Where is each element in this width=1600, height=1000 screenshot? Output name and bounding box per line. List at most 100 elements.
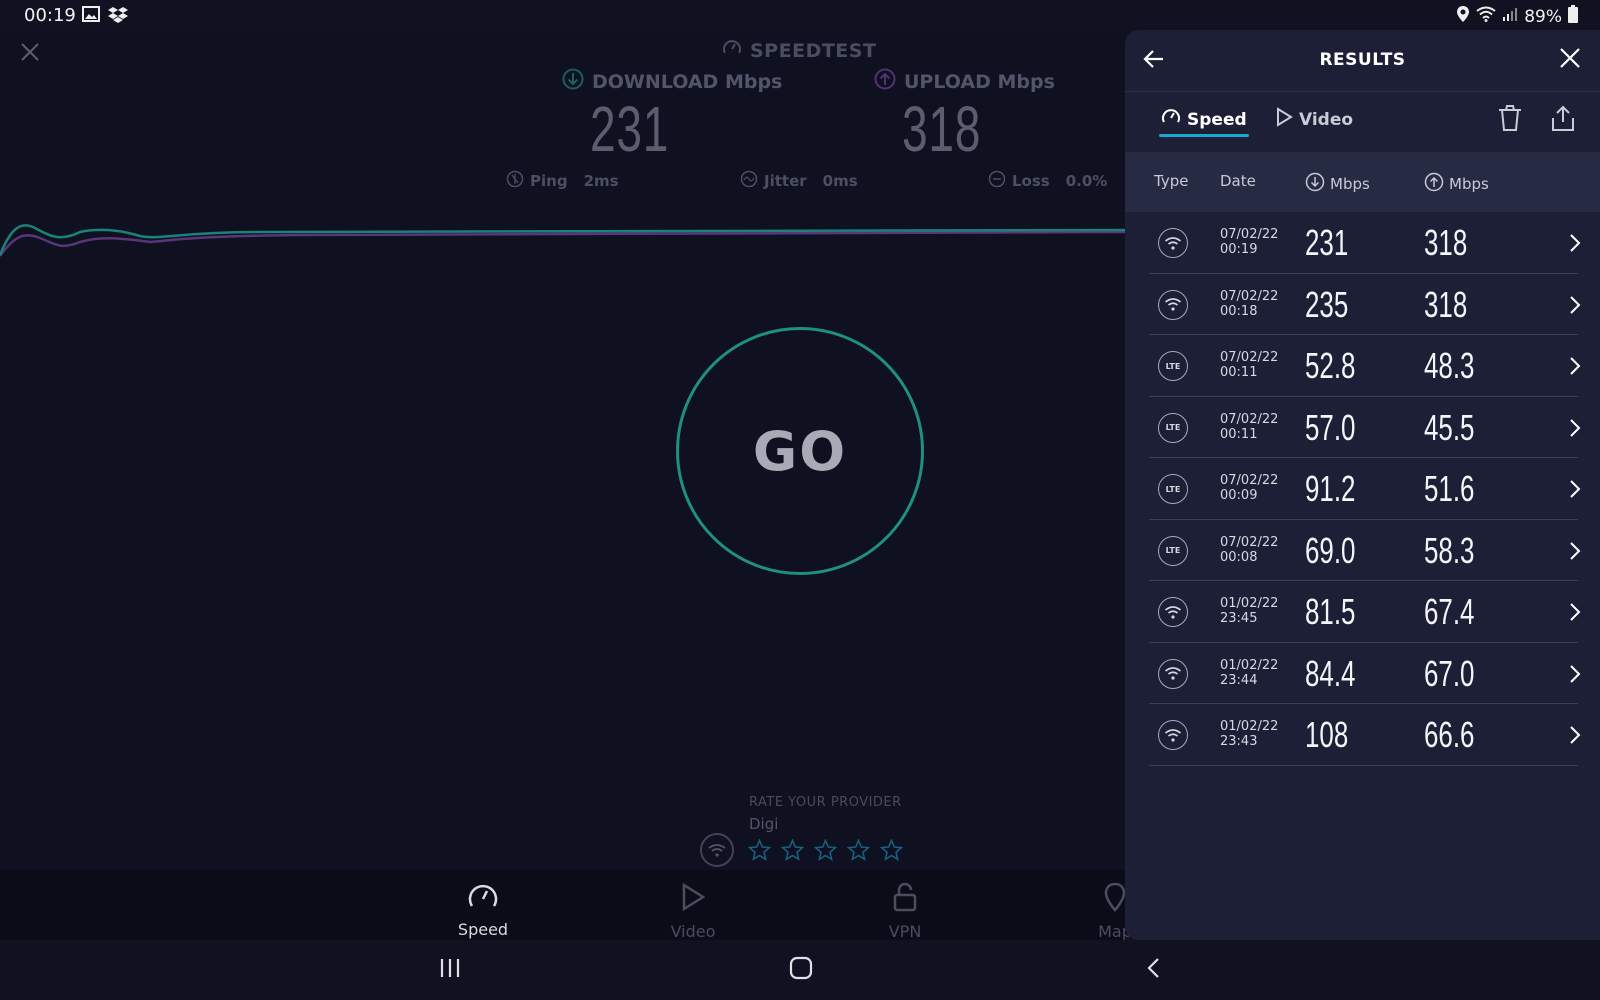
chevron-right-icon[interactable] [1568, 232, 1582, 258]
trash-icon[interactable] [1497, 104, 1523, 136]
nav-vpn-label: VPN [888, 922, 922, 941]
star-1-icon[interactable] [747, 838, 772, 865]
dropbox-icon [108, 6, 128, 28]
star-4-icon[interactable] [846, 838, 871, 865]
nav-speed[interactable]: Speed [428, 882, 538, 939]
result-row[interactable]: 01/02/22 23:43 108 66.6 [1125, 704, 1600, 766]
result-upload: 51.6 [1424, 468, 1475, 509]
lock-nav-icon [892, 882, 918, 916]
lte-icon: LTE [1158, 412, 1188, 443]
results-table-header: Type Date Mbps Mbps [1125, 152, 1600, 212]
go-label: GO [752, 419, 848, 483]
nav-video[interactable]: Video [638, 882, 748, 941]
result-download: 231 [1305, 222, 1349, 263]
upload-header: UPLOAD Mbps [874, 68, 1055, 95]
chevron-right-icon[interactable] [1568, 724, 1582, 750]
download-label: DOWNLOAD Mbps [592, 70, 783, 93]
play-icon [1275, 107, 1293, 132]
lte-icon: LTE [1158, 474, 1188, 504]
result-time: 23:45 [1220, 611, 1258, 626]
speed-graph [0, 224, 1125, 257]
active-tab-indicator [1159, 134, 1249, 137]
result-upload: 66.6 [1424, 714, 1475, 755]
chevron-right-icon[interactable] [1568, 478, 1582, 504]
results-tabs: Speed Video [1125, 92, 1600, 152]
provider-wifi-icon [700, 833, 734, 867]
col-type: Type [1154, 172, 1189, 190]
chevron-right-icon[interactable] [1568, 417, 1582, 443]
result-row[interactable]: 07/02/22 00:19 231 318 [1125, 212, 1600, 274]
provider-name: Digi [749, 815, 779, 833]
result-time: 23:44 [1220, 672, 1258, 688]
result-date: 07/02/22 [1220, 534, 1279, 550]
play-nav-icon [679, 882, 707, 916]
star-5-icon[interactable] [879, 838, 904, 865]
col-upload: Mbps [1424, 172, 1489, 196]
close-icon[interactable] [18, 40, 42, 64]
download-header: DOWNLOAD Mbps [562, 68, 782, 95]
result-download: 81.5 [1305, 591, 1356, 632]
result-datetime: 07/02/22 00:09 [1220, 473, 1278, 503]
result-download: 108 [1305, 714, 1349, 755]
chevron-right-icon[interactable] [1568, 601, 1582, 627]
lte-label: LTE [1165, 361, 1181, 371]
close-icon[interactable] [1558, 46, 1582, 74]
result-upload: 318 [1424, 283, 1468, 325]
result-upload: 58.3 [1424, 529, 1475, 571]
upload-circle-icon [1424, 172, 1444, 196]
result-upload: 67.4 [1424, 591, 1475, 632]
signal-icon [1502, 6, 1518, 27]
chevron-right-icon[interactable] [1568, 663, 1582, 689]
tab-speed[interactable]: Speed [1161, 107, 1247, 132]
result-upload: 48.3 [1424, 345, 1475, 386]
nav-vpn[interactable]: VPN [850, 882, 960, 941]
result-date: 01/02/22 [1220, 657, 1279, 673]
lte-label: LTE [1165, 484, 1181, 494]
result-row[interactable]: 07/02/22 00:18 235 318 [1125, 274, 1600, 336]
result-datetime: 01/02/22 23:45 [1220, 596, 1278, 626]
home-icon[interactable] [789, 956, 813, 984]
back-icon[interactable] [1142, 956, 1166, 984]
battery-icon [1568, 5, 1578, 28]
col-upload-label: Mbps [1449, 175, 1489, 193]
go-button[interactable]: GO [676, 327, 924, 575]
result-upload: 318 [1424, 222, 1468, 263]
result-download: 69.0 [1305, 529, 1356, 571]
tab-speed-label: Speed [1187, 109, 1247, 130]
star-3-icon[interactable] [813, 838, 838, 865]
wifi-icon [1158, 658, 1188, 689]
result-time: 00:11 [1220, 426, 1258, 442]
speedometer-icon [722, 38, 742, 63]
wifi-icon [1158, 597, 1188, 627]
download-arrow-icon [562, 68, 584, 95]
result-datetime: 01/02/22 23:43 [1220, 719, 1278, 749]
status-bar: 00:19 89% [0, 0, 1600, 30]
chevron-right-icon[interactable] [1568, 540, 1582, 566]
result-time: 23:43 [1220, 734, 1258, 749]
tab-video[interactable]: Video [1275, 107, 1353, 132]
result-row[interactable]: LTE 07/02/22 00:11 57.0 45.5 [1125, 397, 1600, 459]
result-datetime: 07/02/22 00:19 [1220, 227, 1278, 257]
result-row[interactable]: 01/02/22 23:45 81.5 67.4 [1125, 581, 1600, 643]
tab-video-label: Video [1299, 109, 1354, 130]
result-datetime: 07/02/22 00:11 [1220, 412, 1278, 442]
screen: 00:19 89% SPEEDTEST DOWNLOAD Mbps UPLOAD… [0, 0, 1600, 1000]
result-row[interactable]: LTE 07/02/22 00:11 52.8 48.3 [1125, 335, 1600, 397]
lte-icon: LTE [1158, 351, 1188, 381]
chevron-right-icon[interactable] [1568, 294, 1582, 320]
download-value: 231 [590, 93, 670, 165]
result-upload: 45.5 [1424, 406, 1475, 448]
result-date: 01/02/22 [1220, 596, 1279, 611]
recent-apps-icon[interactable] [438, 956, 462, 984]
rate-title: RATE YOUR PROVIDER [749, 795, 902, 810]
share-icon[interactable] [1549, 104, 1577, 136]
upload-value: 318 [902, 93, 982, 165]
speedometer-nav-icon [467, 882, 499, 914]
result-date: 07/02/22 [1220, 227, 1279, 242]
result-row[interactable]: 01/02/22 23:44 84.4 67.0 [1125, 643, 1600, 705]
result-row[interactable]: LTE 07/02/22 00:08 69.0 58.3 [1125, 520, 1600, 582]
chevron-right-icon[interactable] [1568, 355, 1582, 381]
star-2-icon[interactable] [780, 838, 805, 865]
result-download: 235 [1305, 283, 1349, 325]
result-row[interactable]: LTE 07/02/22 00:09 91.2 51.6 [1125, 458, 1600, 520]
